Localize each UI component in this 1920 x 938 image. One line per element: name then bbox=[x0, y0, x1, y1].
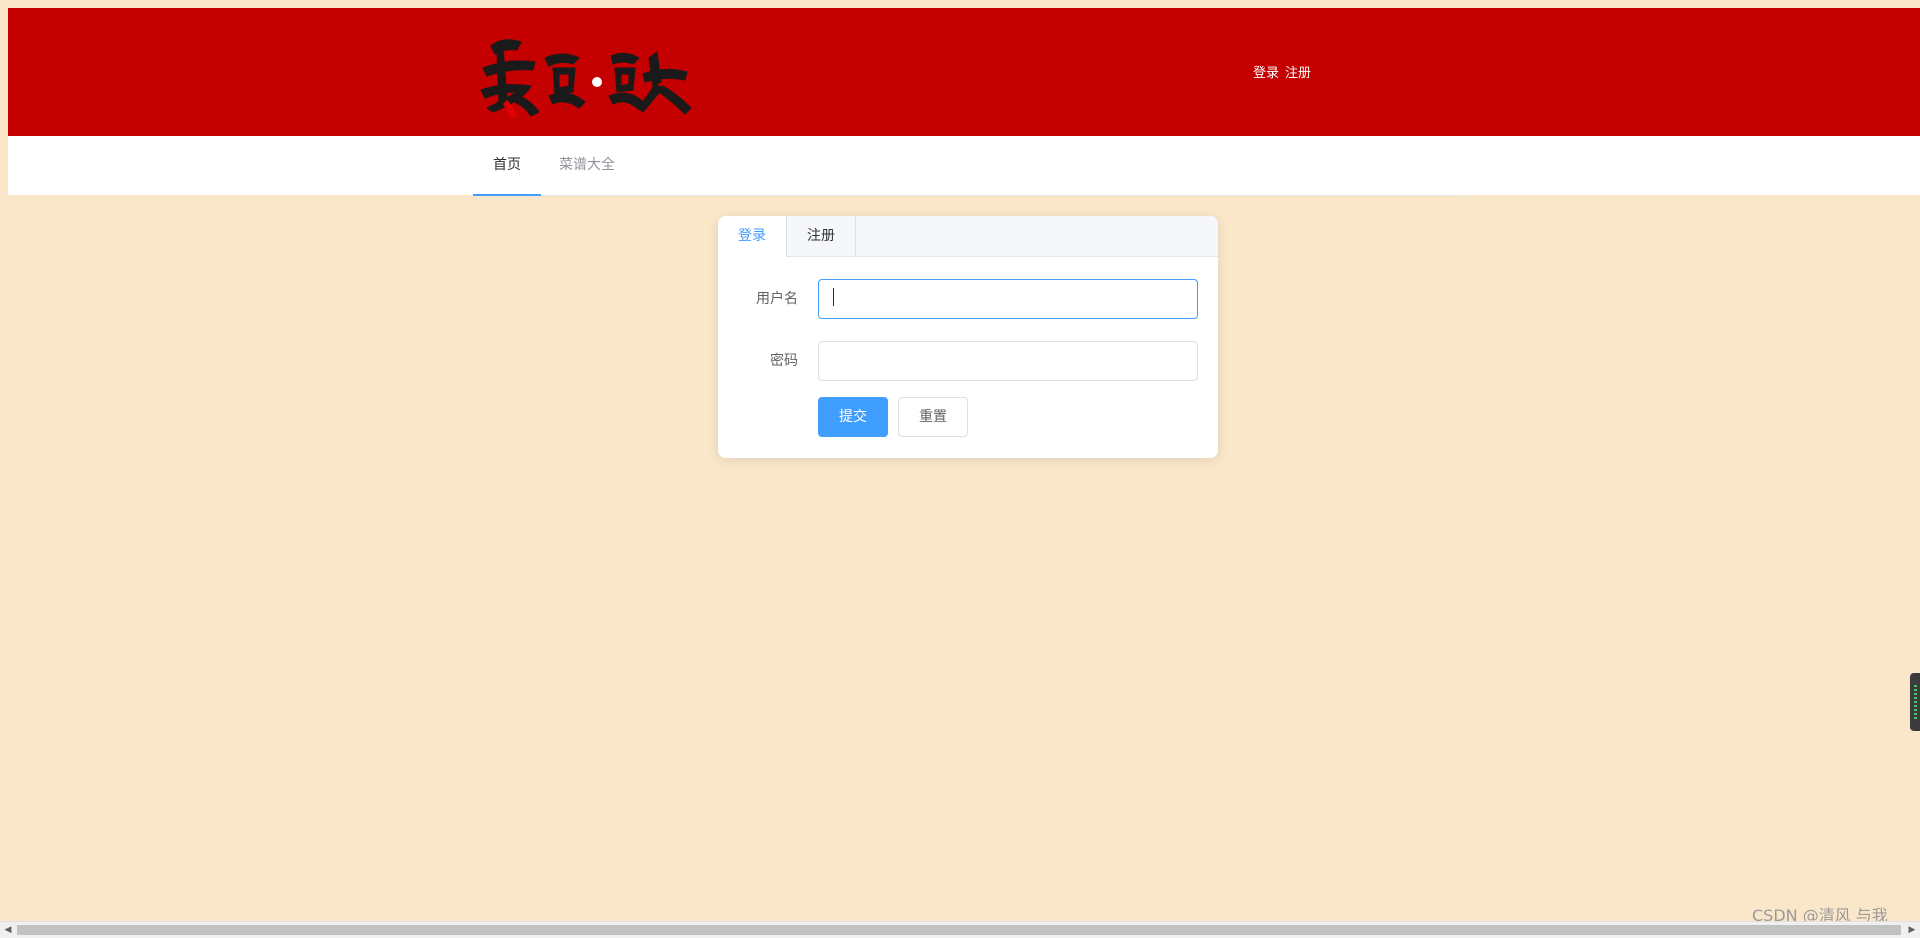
header-login-link[interactable]: 登录 bbox=[1253, 65, 1279, 82]
scroll-right-arrow-icon[interactable]: ▶ bbox=[1906, 925, 1918, 935]
page-frame: 登录 注册 首页 菜谱大全 登录 注册 用户名 密码 提交 重置 bbox=[8, 8, 1920, 921]
side-widget[interactable] bbox=[1910, 673, 1920, 731]
tab-login[interactable]: 登录 bbox=[718, 216, 787, 257]
nav-item-home[interactable]: 首页 bbox=[473, 136, 541, 196]
top-header: 登录 注册 bbox=[8, 8, 1920, 136]
reset-button[interactable]: 重置 bbox=[898, 397, 968, 437]
header-register-link[interactable]: 注册 bbox=[1285, 65, 1311, 82]
nav-menu: 首页 菜谱大全 bbox=[473, 136, 1463, 196]
nav-item-recipes[interactable]: 菜谱大全 bbox=[541, 136, 633, 195]
scroll-left-arrow-icon[interactable]: ◀ bbox=[2, 925, 14, 935]
password-input[interactable] bbox=[818, 341, 1198, 381]
tab-register[interactable]: 注册 bbox=[787, 216, 856, 256]
login-card: 登录 注册 用户名 密码 提交 重置 bbox=[718, 216, 1218, 458]
tab-header: 登录 注册 bbox=[718, 216, 1218, 257]
text-cursor bbox=[833, 288, 834, 306]
meter-icon bbox=[1914, 685, 1917, 719]
scroll-thumb[interactable] bbox=[17, 925, 1901, 935]
nav-bar: 首页 菜谱大全 bbox=[8, 136, 1920, 196]
logo-calligraphy bbox=[480, 39, 692, 117]
username-input[interactable] bbox=[818, 279, 1198, 319]
auth-links: 登录 注册 bbox=[1253, 65, 1311, 82]
horizontal-scrollbar[interactable]: ◀ ▶ bbox=[0, 921, 1920, 938]
logo-dot bbox=[592, 77, 602, 87]
site-logo[interactable] bbox=[473, 28, 693, 120]
submit-button[interactable]: 提交 bbox=[818, 397, 888, 437]
username-label: 用户名 bbox=[756, 291, 798, 307]
password-label: 密码 bbox=[770, 353, 798, 369]
